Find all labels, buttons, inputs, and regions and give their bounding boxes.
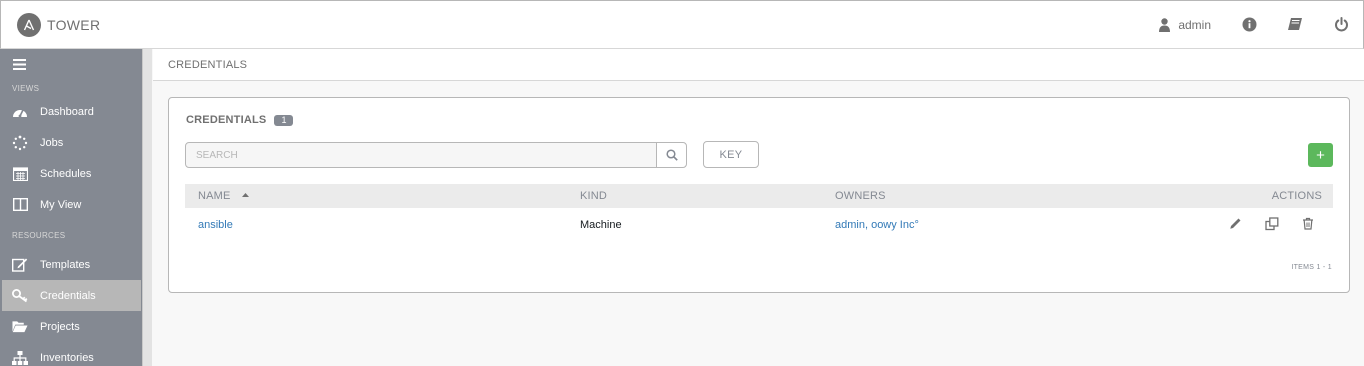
user-name: admin — [1178, 17, 1211, 32]
sidebar-item-label: Dashboard — [40, 105, 94, 118]
count-badge: 1 — [274, 114, 294, 126]
table-header: NAME KIND OWNERS ACTIONS — [185, 184, 1333, 208]
sidebar-item-label: Schedules — [40, 167, 92, 180]
sort-ascending-icon — [241, 193, 249, 197]
search-icon — [665, 149, 678, 161]
sidebar-item-label: Templates — [40, 258, 91, 271]
sidebar-item-label: Projects — [40, 320, 80, 333]
sidebar-item-label: Credentials — [40, 289, 96, 302]
credentials-panel: CREDENTIALS 1 KEY + NAME KIND OWNERS ACT… — [168, 97, 1350, 293]
brand-logo[interactable]: TOWER — [17, 12, 101, 37]
top-header: TOWER admin — [0, 0, 1364, 49]
sidebar-item-templates[interactable]: Templates — [2, 249, 141, 280]
search-input[interactable] — [186, 143, 656, 167]
user-menu[interactable]: admin — [1159, 18, 1211, 32]
sidebar-item-credentials[interactable]: Credentials — [2, 280, 141, 311]
section-label-resources: RESOURCES — [12, 231, 66, 240]
column-header-name-label: NAME — [198, 190, 231, 202]
dashboard-icon — [12, 104, 28, 120]
sidebar: VIEWS Dashboard Jobs Schedules My View R… — [0, 49, 142, 366]
sidebar-scrollbar[interactable] — [142, 49, 152, 366]
search-box — [185, 142, 687, 168]
sitemap-icon — [12, 350, 28, 366]
column-header-name[interactable]: NAME — [198, 190, 249, 202]
credential-owners[interactable]: admin, oowy Inc° — [835, 219, 919, 231]
sidebar-item-jobs[interactable]: Jobs — [2, 127, 141, 158]
sidebar-item-dashboard[interactable]: Dashboard — [2, 96, 141, 127]
key-button[interactable]: KEY — [703, 141, 759, 168]
panel-title: CREDENTIALS — [186, 114, 267, 126]
table-row: ansible Machine admin, oowy Inc° — [185, 208, 1333, 242]
credential-name-link[interactable]: ansible — [198, 219, 233, 231]
sidebar-item-inventories[interactable]: Inventories — [2, 342, 141, 366]
breadcrumb-current: CREDENTIALS — [168, 58, 248, 71]
sidebar-item-label: Jobs — [40, 136, 64, 149]
folder-open-icon — [12, 319, 28, 335]
user-icon — [1159, 17, 1171, 32]
panel-header: CREDENTIALS 1 — [186, 114, 294, 126]
edit-icon[interactable] — [1229, 217, 1243, 231]
column-header-owners[interactable]: OWNERS — [835, 190, 886, 202]
column-header-kind[interactable]: KIND — [580, 190, 607, 202]
delete-icon[interactable] — [1302, 217, 1316, 231]
pagination-count: ITEMS 1 - 1 — [1291, 264, 1332, 271]
app-name: TOWER — [47, 16, 101, 33]
key-icon — [12, 288, 28, 304]
edit-icon — [12, 257, 28, 273]
copy-icon[interactable] — [1265, 217, 1279, 231]
search-button[interactable] — [656, 143, 686, 167]
sidebar-item-label: Inventories — [40, 351, 94, 364]
power-icon[interactable] — [1333, 17, 1349, 33]
sidebar-item-my-view[interactable]: My View — [2, 189, 141, 220]
sidebar-item-label: My View — [40, 198, 82, 211]
spinner-icon — [12, 135, 28, 151]
column-header-actions: ACTIONS — [1271, 190, 1322, 202]
info-icon[interactable] — [1241, 17, 1257, 33]
columns-icon — [12, 197, 28, 213]
logo-icon — [17, 12, 41, 37]
breadcrumb: CREDENTIALS — [153, 49, 1364, 81]
sidebar-item-projects[interactable]: Projects — [2, 311, 141, 342]
section-label-views: VIEWS — [12, 84, 40, 93]
add-credential-button[interactable]: + — [1308, 143, 1333, 167]
book-icon[interactable] — [1287, 17, 1303, 33]
hamburger-icon[interactable] — [13, 59, 26, 73]
credential-kind: Machine — [580, 219, 622, 231]
sidebar-item-schedules[interactable]: Schedules — [2, 158, 141, 189]
calendar-icon — [12, 166, 28, 182]
